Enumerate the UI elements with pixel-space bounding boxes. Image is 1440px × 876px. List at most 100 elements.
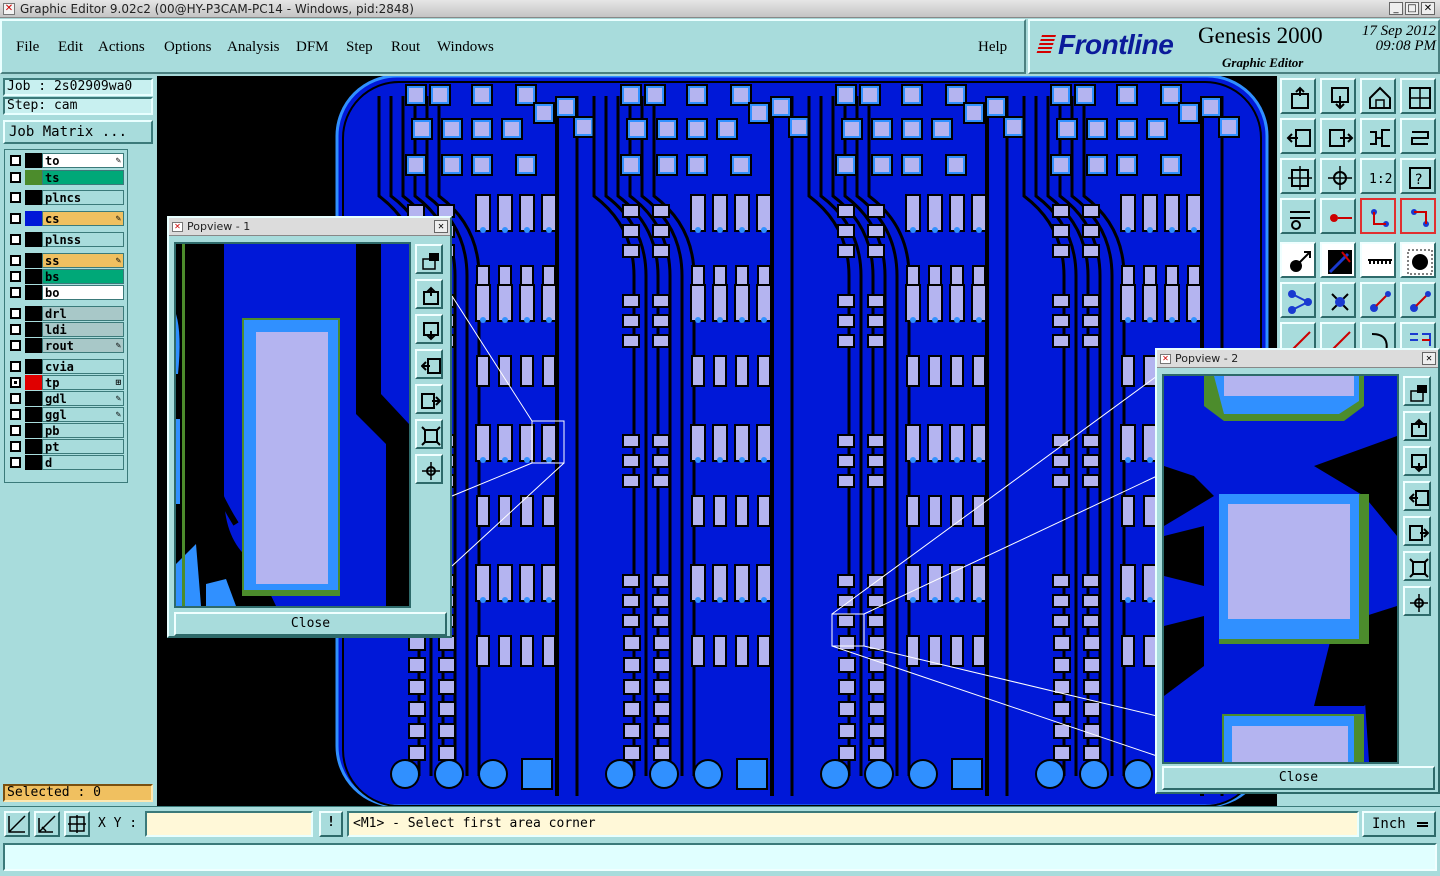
layer-color-swatch[interactable] <box>25 338 42 353</box>
close-window-button[interactable]: ✕ <box>1421 2 1435 15</box>
layer-color-swatch[interactable] <box>25 253 42 268</box>
select-button[interactable] <box>1280 242 1316 278</box>
menu-analysis[interactable]: Analysis <box>227 39 280 56</box>
layer-name[interactable]: d <box>42 455 124 470</box>
layer-name[interactable]: ts <box>42 170 124 185</box>
layer-color-swatch[interactable] <box>25 232 42 247</box>
layer-checkbox[interactable] <box>10 172 21 183</box>
line-button[interactable] <box>1360 282 1396 318</box>
layer-checkbox[interactable] <box>10 234 21 245</box>
layer-checkbox[interactable] <box>10 192 21 203</box>
menu-step[interactable]: Step <box>346 39 373 56</box>
zoom-fit-button[interactable] <box>1403 551 1431 581</box>
zoom-window-button[interactable] <box>415 244 443 274</box>
layer-row-pb[interactable]: pb <box>7 423 127 438</box>
layer-checkbox[interactable] <box>10 457 21 468</box>
home-button[interactable] <box>1360 78 1396 114</box>
menu-dfm[interactable]: DFM <box>296 39 329 56</box>
route-button[interactable] <box>1400 118 1436 154</box>
layer-color-swatch[interactable] <box>25 170 42 185</box>
pan-right-button[interactable] <box>1320 118 1356 154</box>
xy-input[interactable] <box>145 811 313 837</box>
layer-name[interactable]: rout ✎ <box>42 338 124 353</box>
draw-button[interactable] <box>1320 242 1356 278</box>
layer-color-swatch[interactable] <box>25 153 42 168</box>
layer-row-pt[interactable]: pt <box>7 439 127 454</box>
layer-row-ts[interactable]: ts <box>7 170 127 185</box>
layer-name[interactable]: tp ⊞ <box>42 375 124 390</box>
scale-1-2-button[interactable]: 1:2 <box>1360 158 1396 194</box>
layer-color-swatch[interactable] <box>25 439 42 454</box>
layer-checkbox[interactable] <box>10 441 21 452</box>
menu-file[interactable]: File <box>16 39 39 56</box>
layer-row-ldi[interactable]: ldi <box>7 322 127 337</box>
layer-name[interactable]: ss ✎ <box>42 253 124 268</box>
layer-checkbox[interactable] <box>10 155 21 166</box>
layer-name[interactable]: plnss <box>42 232 124 247</box>
menu-edit[interactable]: Edit <box>58 39 83 56</box>
layer-color-swatch[interactable] <box>25 322 42 337</box>
layer-row-cvia[interactable]: cvia <box>7 359 127 374</box>
layer-row-bs[interactable]: bs <box>7 269 127 284</box>
zoom-in-button[interactable] <box>415 279 443 309</box>
layer-row-drl[interactable]: drl <box>7 306 127 321</box>
layer-name[interactable]: bs <box>42 269 124 284</box>
popview-1-close-button[interactable]: Close <box>174 612 447 636</box>
menu-actions[interactable]: Actions <box>98 39 145 56</box>
zoom-fit-button[interactable] <box>415 419 443 449</box>
job-matrix-button[interactable]: Job Matrix ... <box>3 120 153 144</box>
layer-checkbox[interactable] <box>10 340 21 351</box>
zoom-window-button[interactable] <box>1403 376 1431 406</box>
layer-name[interactable]: gdl ✎ <box>42 391 124 406</box>
layer-checkbox[interactable] <box>10 393 21 404</box>
layer-checkbox[interactable] <box>10 308 21 319</box>
layer-row-ggl[interactable]: ggl ✎ <box>7 407 127 422</box>
zoom-window-button[interactable] <box>1320 78 1356 114</box>
layer-row-gdl[interactable]: gdl ✎ <box>7 391 127 406</box>
layer-row-tp[interactable]: tp ⊞ <box>7 375 127 390</box>
layer-checkbox[interactable] <box>10 213 21 224</box>
layer-row-plnss[interactable]: plnss <box>7 232 127 247</box>
layer-checkbox[interactable] <box>10 271 21 282</box>
layer-name[interactable]: cs ✎ <box>42 211 124 226</box>
layer-checkbox[interactable] <box>10 287 21 298</box>
arc-button[interactable] <box>1400 282 1436 318</box>
layer-row-cs[interactable]: cs ✎ <box>7 211 127 226</box>
layer-color-swatch[interactable] <box>25 391 42 406</box>
layer-checkbox[interactable] <box>10 377 21 388</box>
layer-name[interactable]: to ✎ <box>42 153 124 168</box>
query-button[interactable]: ? <box>1400 158 1436 194</box>
layer-checkbox[interactable] <box>10 361 21 372</box>
layer-name[interactable]: ldi <box>42 322 124 337</box>
menu-options[interactable]: Options <box>164 39 212 56</box>
layer-name[interactable]: plncs <box>42 190 124 205</box>
popview-2-view[interactable] <box>1162 374 1399 764</box>
flip-button[interactable] <box>1360 118 1396 154</box>
split-view-button[interactable] <box>1400 78 1436 114</box>
layer-color-swatch[interactable] <box>25 423 42 438</box>
fit-button[interactable] <box>1280 158 1316 194</box>
pan-left-button[interactable] <box>1280 118 1316 154</box>
layer-color-swatch[interactable] <box>25 375 42 390</box>
center-button[interactable] <box>1320 158 1356 194</box>
pan-left-button[interactable] <box>1403 481 1431 511</box>
popview-2-close-x[interactable]: ✕ <box>1422 352 1436 365</box>
menu-rout[interactable]: Rout <box>391 39 420 56</box>
tri-button[interactable] <box>1280 282 1316 318</box>
net-button[interactable] <box>1400 198 1436 234</box>
center-button[interactable] <box>415 454 443 484</box>
layer-name[interactable]: bo <box>42 285 124 300</box>
snap-mode-button[interactable] <box>4 811 30 837</box>
popview-1-close-x[interactable]: ✕ <box>434 220 448 233</box>
grid-mode-button[interactable] <box>64 811 90 837</box>
layer-color-swatch[interactable] <box>25 455 42 470</box>
layer-color-swatch[interactable] <box>25 407 42 422</box>
layer-checkbox[interactable] <box>10 255 21 266</box>
units-selector[interactable]: Inch <box>1362 811 1436 837</box>
layer-row-to[interactable]: to ✎ <box>7 153 127 168</box>
layer-checkbox[interactable] <box>10 425 21 436</box>
snap-button[interactable] <box>1320 198 1356 234</box>
zoom-home-button[interactable] <box>1280 78 1316 114</box>
zoom-in-button[interactable] <box>1403 411 1431 441</box>
layer-color-swatch[interactable] <box>25 190 42 205</box>
